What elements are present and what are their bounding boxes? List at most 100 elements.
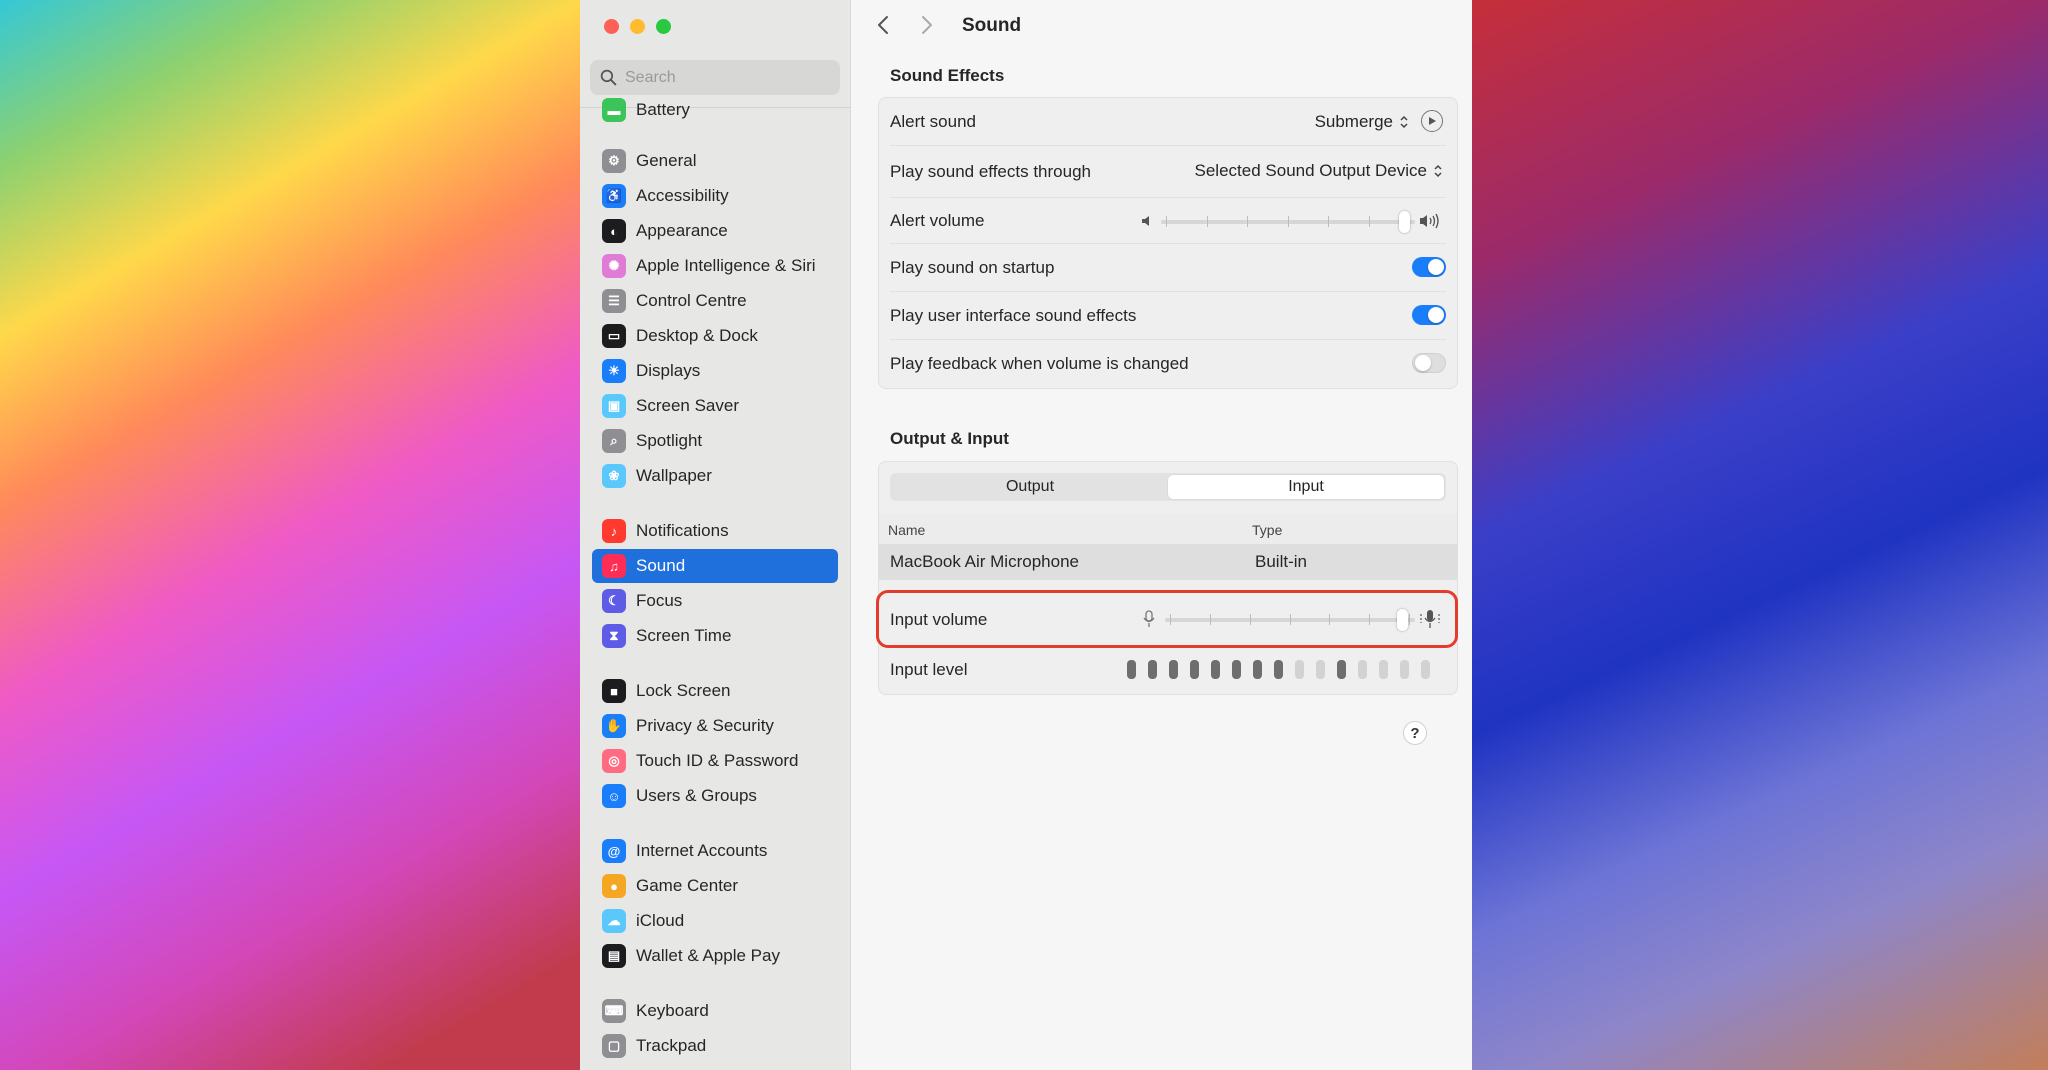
alert-volume-slider[interactable] [1161, 211, 1415, 233]
device-name: MacBook Air Microphone [890, 552, 1079, 571]
sidebar-item-general[interactable]: ⚙ General [592, 144, 838, 178]
window-controls [604, 19, 671, 34]
sidebar-item-label: Internet Accounts [636, 841, 768, 860]
updown-chevron-icon [1400, 115, 1408, 129]
startup-sound-row: Play sound on startup [879, 244, 1457, 292]
help-button[interactable]: ? [1403, 721, 1427, 745]
sidebar-item-label: Wallpaper [636, 466, 712, 485]
input-level-bar [1400, 660, 1409, 679]
alert-sound-value: Submerge [1314, 112, 1393, 131]
alert-sound-label: Alert sound [890, 112, 976, 131]
sidebar-item-internet-accounts[interactable]: @ Internet Accounts [592, 834, 838, 868]
column-name: Name [888, 522, 926, 538]
sidebar-item-screen-time[interactable]: ⧗ Screen Time [592, 619, 838, 653]
sidebar-item-sound[interactable]: ♫ Sound [592, 549, 838, 583]
sidebar-item-users-groups[interactable]: ☺ Users & Groups [592, 779, 838, 813]
accessibility-icon: ♿ [602, 184, 626, 208]
slider-tick [1369, 216, 1370, 227]
input-level-bar [1232, 660, 1241, 679]
play-alert-button[interactable] [1421, 110, 1443, 132]
feedback-row: Play feedback when volume is changed [879, 340, 1457, 388]
speaker-icon: ♫ [602, 554, 626, 578]
sidebar-item-wallet-apple-pay[interactable]: ▤ Wallet & Apple Pay [592, 939, 838, 973]
alert-volume-knob[interactable] [1399, 211, 1410, 233]
sidebar-item-label: Apple Intelligence & Siri [636, 256, 816, 275]
magnifier-icon: ⌕ [602, 429, 626, 453]
search-icon [600, 69, 617, 86]
battery-icon: ▬ [602, 98, 626, 122]
sidebar-item-label: General [636, 151, 697, 170]
sidebar-item-icloud[interactable]: ☁ iCloud [592, 904, 838, 938]
sidebar-item-displays[interactable]: ☀ Displays [592, 354, 838, 388]
users-icon: ☺ [602, 784, 626, 808]
sidebar-item-control-centre[interactable]: ☰ Control Centre [592, 284, 838, 318]
sidebar-item-label: Trackpad [636, 1036, 707, 1055]
sidebar-item-label: Accessibility [636, 186, 729, 205]
table-row[interactable]: MacBook Air Microphone Built-in [879, 544, 1457, 580]
moon-icon: ☾ [602, 589, 626, 613]
sidebar-item-label: Appearance [636, 221, 728, 240]
input-level-bar [1127, 660, 1136, 679]
close-button[interactable] [604, 19, 619, 34]
sun-icon: ☀ [602, 359, 626, 383]
play-through-value: Selected Sound Output Device [1194, 161, 1427, 180]
appearance-icon: ◐ [602, 219, 626, 243]
sidebar-item-desktop-dock[interactable]: ▭ Desktop & Dock [592, 319, 838, 353]
input-level-bar [1379, 660, 1388, 679]
slider-tick [1288, 216, 1289, 227]
sidebar-item-appearance[interactable]: ◐ Appearance [592, 214, 838, 248]
sidebar-item-label: Lock Screen [636, 681, 731, 700]
sidebar-item-touch-id-password[interactable]: ◎ Touch ID & Password [592, 744, 838, 778]
sidebar-item-lock-screen[interactable]: ■ Lock Screen [592, 674, 838, 708]
hourglass-icon: ⧗ [602, 624, 626, 648]
alert-volume-label: Alert volume [890, 211, 985, 230]
search-input[interactable] [625, 68, 825, 87]
sidebar-item-battery[interactable]: ▬ Battery [592, 93, 838, 127]
slider-tick [1328, 216, 1329, 227]
minimize-button[interactable] [630, 19, 645, 34]
sidebar-item-label: Focus [636, 591, 683, 610]
bell-icon: ♪ [602, 519, 626, 543]
play-through-label: Play sound effects through [890, 162, 1091, 181]
fingerprint-icon: ◎ [602, 749, 626, 773]
cloud-icon: ☁ [602, 909, 626, 933]
tab-output[interactable]: Output [892, 475, 1168, 499]
feedback-toggle[interactable] [1412, 353, 1446, 373]
forward-button[interactable] [920, 14, 940, 38]
lock-icon: ■ [602, 679, 626, 703]
sidebar-item-screen-saver[interactable]: ▣ Screen Saver [592, 389, 838, 423]
device-table-header: Name Type [879, 514, 1457, 544]
trackpad-icon: ▢ [602, 1034, 626, 1058]
slider-tick [1247, 216, 1248, 227]
sidebar-item-notifications[interactable]: ♪ Notifications [592, 514, 838, 548]
startup-sound-toggle[interactable] [1412, 257, 1446, 277]
sidebar-item-wallpaper[interactable]: ❀ Wallpaper [592, 459, 838, 493]
sidebar-item-keyboard[interactable]: ⌨ Keyboard [592, 994, 838, 1028]
feedback-label: Play feedback when volume is changed [890, 354, 1189, 373]
play-through-popup[interactable]: Selected Sound Output Device [1195, 161, 1443, 181]
sidebar-item-accessibility[interactable]: ♿ Accessibility [592, 179, 838, 213]
game-center-icon: ● [602, 874, 626, 898]
sidebar-item-privacy-security[interactable]: ✋ Privacy & Security [592, 709, 838, 743]
sidebar-item-focus[interactable]: ☾ Focus [592, 584, 838, 618]
desktop-wallpaper-left [0, 0, 580, 1070]
sidebar-item-game-center[interactable]: ● Game Center [592, 869, 838, 903]
ui-sounds-toggle[interactable] [1412, 305, 1446, 325]
alert-sound-popup[interactable]: Submerge [1315, 112, 1409, 132]
play-through-row: Play sound effects through Selected Soun… [879, 146, 1457, 198]
tab-input[interactable]: Input [1168, 475, 1444, 499]
speaker-high-icon [1420, 213, 1439, 229]
sidebar-item-trackpad[interactable]: ▢ Trackpad [592, 1029, 838, 1063]
search-field[interactable] [590, 60, 840, 95]
sidebar-item-apple-intelligence-siri[interactable]: ✺ Apple Intelligence & Siri [592, 249, 838, 283]
sidebar-item-spotlight[interactable]: ⌕ Spotlight [592, 424, 838, 458]
desktop-wallpaper-right [1472, 0, 2048, 1070]
sidebar-item-label: Screen Time [636, 626, 732, 645]
back-button[interactable] [876, 14, 896, 38]
dock-icon: ▭ [602, 324, 626, 348]
history-nav [876, 14, 940, 38]
zoom-button[interactable] [656, 19, 671, 34]
output-input-segmented-control: Output Input [890, 473, 1446, 501]
sidebar-item-label: Touch ID & Password [636, 751, 799, 770]
wallet-icon: ▤ [602, 944, 626, 968]
